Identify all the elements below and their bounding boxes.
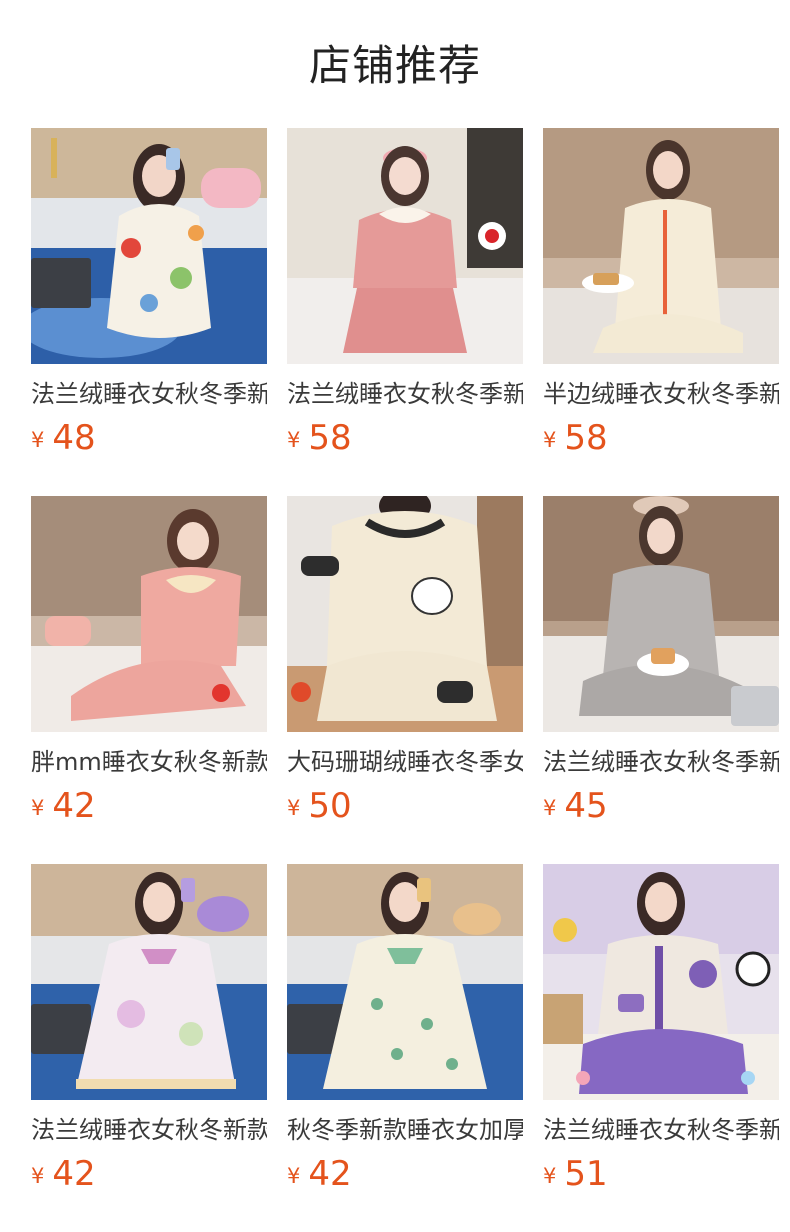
product-name[interactable]: 法兰绒睡衣女秋冬季新款 (287, 378, 523, 410)
product-price: ¥48 (31, 416, 96, 460)
product-name[interactable]: 半边绒睡衣女秋冬季新款 (543, 378, 779, 410)
currency-symbol: ¥ (31, 796, 45, 820)
product-name[interactable]: 法兰绒睡衣女秋冬季新款 (31, 378, 267, 410)
product-card[interactable]: 半边绒睡衣女秋冬季新款 ¥58 (543, 128, 779, 468)
currency-symbol: ¥ (287, 1164, 301, 1188)
price-value: 51 (564, 1154, 608, 1194)
product-card[interactable]: 法兰绒睡衣女秋冬季新款 ¥58 (287, 128, 523, 468)
product-image[interactable] (31, 496, 267, 732)
product-name[interactable]: 法兰绒睡衣女秋冬新款 (31, 1114, 267, 1146)
product-name[interactable]: 大码珊瑚绒睡衣冬季女 (287, 746, 523, 778)
price-value: 58 (564, 418, 608, 458)
product-card[interactable]: 法兰绒睡衣女秋冬新款 ¥42 (31, 864, 267, 1204)
product-price: ¥51 (543, 1152, 608, 1196)
product-card[interactable]: 胖mm睡衣女秋冬新款 ¥42 (31, 496, 267, 836)
product-price: ¥45 (543, 784, 608, 828)
product-price: ¥50 (287, 784, 352, 828)
product-name[interactable]: 秋冬季新款睡衣女加厚 (287, 1114, 523, 1146)
product-image[interactable] (287, 496, 523, 732)
product-card[interactable]: 法兰绒睡衣女秋冬季新款 ¥45 (543, 496, 779, 836)
price-value: 42 (52, 1154, 96, 1194)
price-value: 58 (308, 418, 352, 458)
product-grid: 法兰绒睡衣女秋冬季新款 ¥48 法兰绒睡衣女秋冬季新款 ¥58 (0, 0, 790, 1232)
product-name[interactable]: 法兰绒睡衣女秋冬季新款 (543, 746, 779, 778)
price-value: 42 (52, 786, 96, 826)
currency-symbol: ¥ (543, 428, 557, 452)
product-image[interactable] (287, 128, 523, 364)
product-name[interactable]: 胖mm睡衣女秋冬新款 (31, 746, 267, 778)
product-price: ¥42 (31, 1152, 96, 1196)
product-card[interactable]: 大码珊瑚绒睡衣冬季女 ¥50 (287, 496, 523, 836)
product-price: ¥42 (31, 784, 96, 828)
product-price: ¥42 (287, 1152, 352, 1196)
product-name[interactable]: 法兰绒睡衣女秋冬季新款 (543, 1114, 779, 1146)
product-image[interactable] (543, 496, 779, 732)
product-card[interactable]: 法兰绒睡衣女秋冬季新款 ¥51 (543, 864, 779, 1204)
product-image[interactable] (543, 864, 779, 1100)
product-image[interactable] (543, 128, 779, 364)
currency-symbol: ¥ (543, 796, 557, 820)
product-image[interactable] (287, 864, 523, 1100)
price-value: 42 (308, 1154, 352, 1194)
product-image[interactable] (31, 864, 267, 1100)
product-price: ¥58 (543, 416, 608, 460)
price-value: 48 (52, 418, 96, 458)
product-card[interactable]: 秋冬季新款睡衣女加厚 ¥42 (287, 864, 523, 1204)
product-image[interactable] (31, 128, 267, 364)
price-value: 50 (308, 786, 352, 826)
price-value: 45 (564, 786, 608, 826)
currency-symbol: ¥ (31, 1164, 45, 1188)
currency-symbol: ¥ (287, 428, 301, 452)
currency-symbol: ¥ (543, 1164, 557, 1188)
currency-symbol: ¥ (31, 428, 45, 452)
currency-symbol: ¥ (287, 796, 301, 820)
product-card[interactable]: 法兰绒睡衣女秋冬季新款 ¥48 (31, 128, 267, 468)
product-price: ¥58 (287, 416, 352, 460)
